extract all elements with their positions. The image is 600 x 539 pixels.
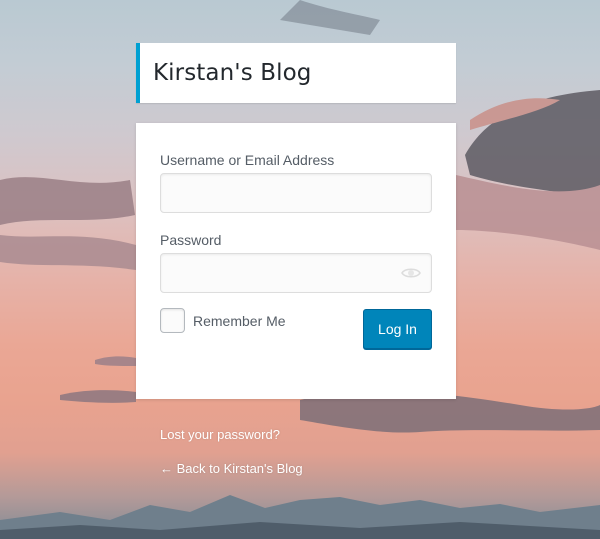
username-input[interactable]: [160, 173, 432, 213]
lost-password-link[interactable]: Lost your password?: [160, 427, 280, 442]
password-label: Password: [160, 232, 222, 248]
remember-me-label[interactable]: Remember Me: [193, 313, 286, 329]
back-to-blog-link[interactable]: ← Back to Kirstan's Blog: [160, 461, 303, 476]
password-input[interactable]: [160, 253, 432, 293]
login-form: Username or Email Address Password Remem…: [136, 123, 456, 399]
site-title[interactable]: Kirstan's Blog: [140, 60, 311, 86]
remember-me-checkbox[interactable]: [160, 308, 185, 333]
username-label: Username or Email Address: [160, 152, 335, 168]
password-field: [160, 253, 432, 293]
eye-icon[interactable]: [400, 264, 422, 282]
site-header: Kirstan's Blog: [136, 43, 456, 103]
login-button[interactable]: Log In: [363, 309, 432, 349]
